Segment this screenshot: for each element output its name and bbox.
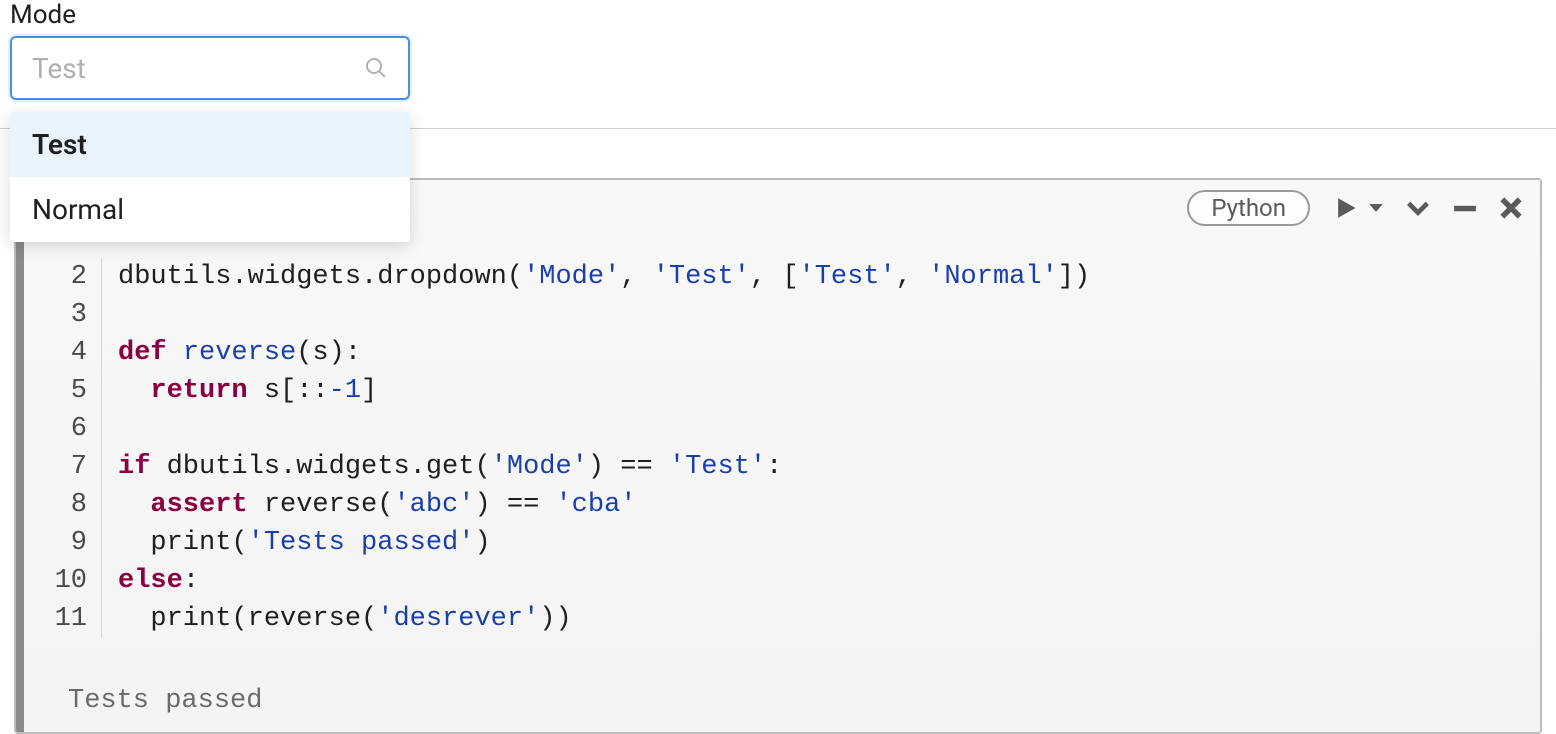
search-icon — [364, 56, 388, 80]
line-number: 6 — [24, 410, 87, 448]
line-number: 5 — [24, 372, 87, 410]
line-number: 2 — [24, 258, 87, 296]
cell-active-bar — [16, 180, 24, 732]
code-editor[interactable]: 234567891011 dbutils.widgets.dropdown('M… — [24, 258, 1540, 638]
code-line[interactable]: if dbutils.widgets.get('Mode') == 'Test'… — [118, 448, 1090, 486]
code-line[interactable]: else: — [118, 562, 1090, 600]
widget-label: Mode — [10, 0, 1546, 30]
code-line[interactable]: def reverse(s): — [118, 334, 1090, 372]
line-number: 10 — [24, 562, 87, 600]
code-line[interactable]: print('Tests passed') — [118, 524, 1090, 562]
close-icon[interactable] — [1498, 195, 1524, 221]
mode-dropdown: TestNormal — [10, 112, 410, 242]
line-number: 9 — [24, 524, 87, 562]
dropdown-option-normal[interactable]: Normal — [10, 177, 410, 242]
code-cell: Python 234567891011 dbutils.widgets — [14, 178, 1542, 734]
line-gutter: 234567891011 — [24, 258, 102, 638]
code-line[interactable]: return s[::-1] — [118, 372, 1090, 410]
language-pill[interactable]: Python — [1187, 190, 1310, 226]
line-number: 3 — [24, 296, 87, 334]
cell-output: Tests passed — [24, 638, 1540, 716]
code-body[interactable]: dbutils.widgets.dropdown('Mode', 'Test',… — [102, 258, 1090, 638]
line-number: 11 — [24, 600, 87, 638]
run-dropdown-icon[interactable] — [1330, 195, 1384, 221]
code-line[interactable]: dbutils.widgets.dropdown('Mode', 'Test',… — [118, 258, 1090, 296]
code-line[interactable]: assert reverse('abc') == 'cba' — [118, 486, 1090, 524]
mode-select-value: Test — [32, 52, 86, 85]
line-number: 7 — [24, 448, 87, 486]
dropdown-option-test[interactable]: Test — [10, 112, 410, 177]
line-number: 8 — [24, 486, 87, 524]
code-line[interactable]: print(reverse('desrever')) — [118, 600, 1090, 638]
mode-select[interactable]: Test — [10, 36, 410, 100]
code-line[interactable] — [118, 410, 1090, 448]
chevron-down-icon[interactable] — [1404, 194, 1432, 222]
minimize-icon[interactable] — [1452, 195, 1478, 221]
line-number: 4 — [24, 334, 87, 372]
code-line[interactable] — [118, 296, 1090, 334]
cell-toolbar: Python — [1187, 190, 1524, 226]
